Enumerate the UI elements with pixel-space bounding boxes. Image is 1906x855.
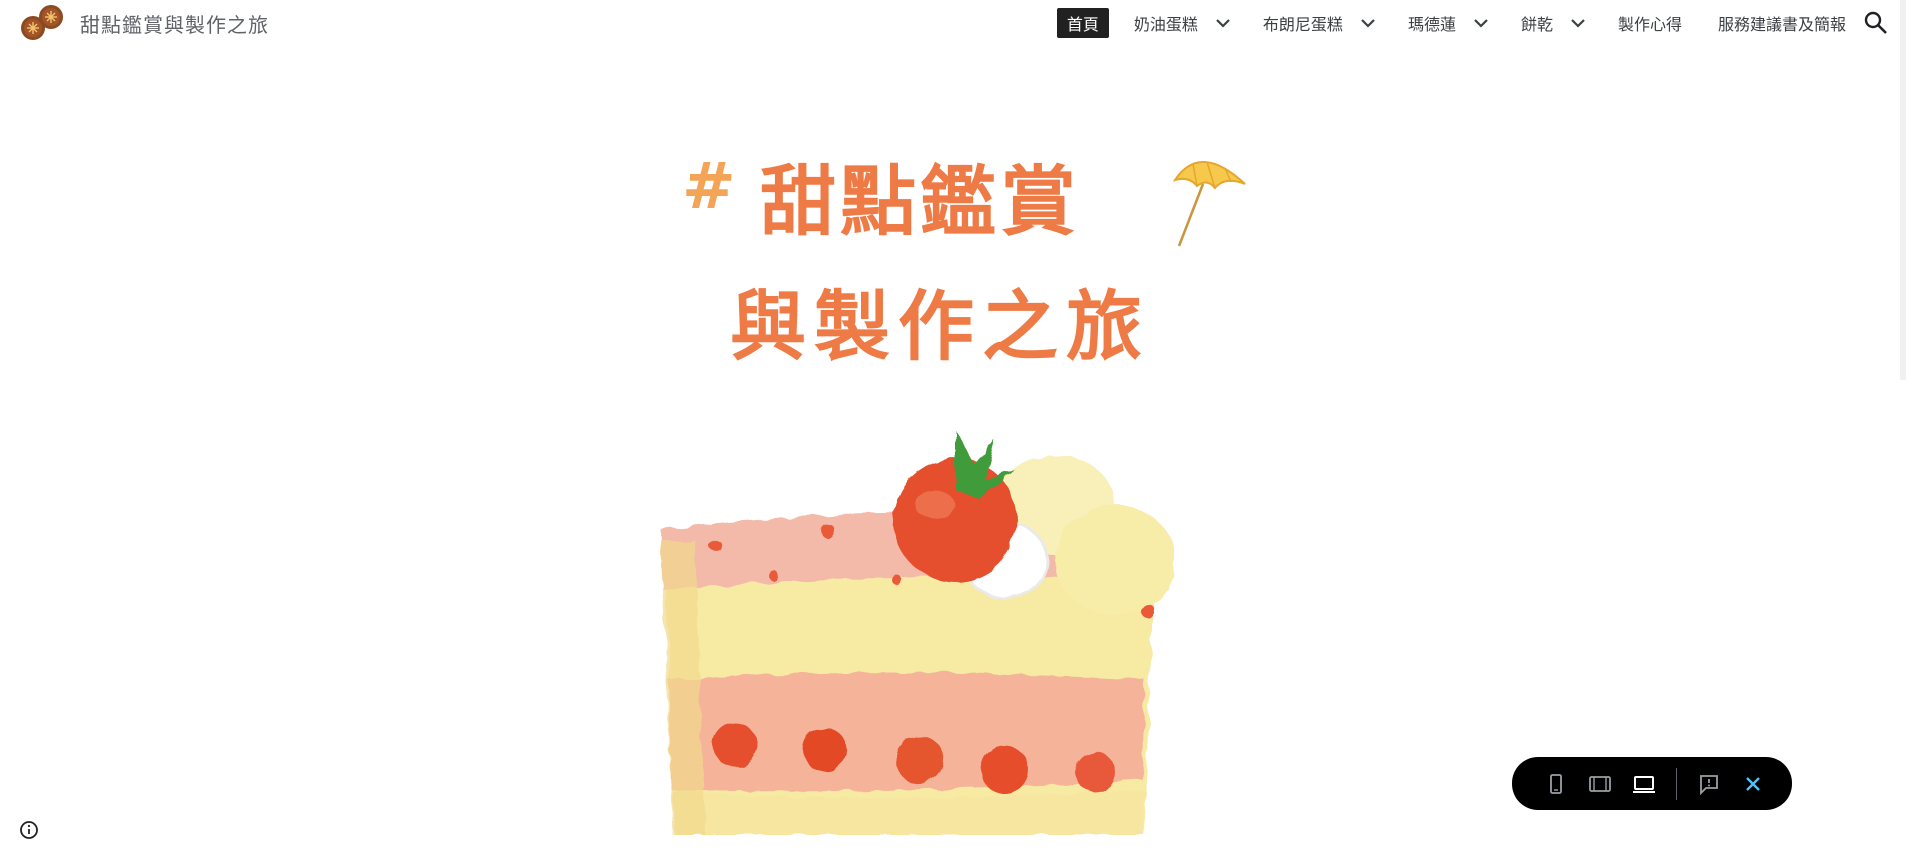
report-icon bbox=[1700, 774, 1718, 795]
close-preview-button[interactable] bbox=[1731, 762, 1775, 806]
umbrella-icon bbox=[1172, 161, 1246, 247]
nav-item-label: 奶油蛋糕 bbox=[1133, 15, 1198, 34]
nav-item-brownie[interactable]: 布朗尼蛋糕 bbox=[1263, 8, 1383, 38]
chevron-down-icon[interactable] bbox=[1563, 8, 1593, 38]
info-icon[interactable] bbox=[18, 819, 40, 841]
chevron-down-icon[interactable] bbox=[1466, 8, 1496, 38]
nav-item-cream-cake[interactable]: 奶油蛋糕 bbox=[1134, 8, 1238, 38]
close-icon bbox=[1746, 776, 1760, 791]
laptop-view-button[interactable] bbox=[1622, 762, 1666, 806]
hero-banner: # 甜點鑑賞 與製作之旅 bbox=[640, 140, 1260, 371]
nav-item-home[interactable]: 首頁 bbox=[1056, 8, 1109, 38]
phone-view-button[interactable] bbox=[1534, 762, 1578, 806]
nav-item-notes[interactable]: 製作心得 bbox=[1618, 8, 1682, 38]
nav-item-madeleine[interactable]: 瑪德蓮 bbox=[1408, 8, 1496, 38]
hero-title-line2: 與製作之旅 bbox=[730, 282, 1150, 371]
nav-item-label: 布朗尼蛋糕 bbox=[1262, 15, 1343, 34]
nav-item-cookies[interactable]: 餅乾 bbox=[1521, 8, 1593, 38]
tablet-view-icon bbox=[1589, 775, 1611, 792]
tablet-view-button[interactable] bbox=[1578, 762, 1622, 806]
nav-item-label: 製作心得 bbox=[1617, 15, 1682, 34]
hero-hash: # bbox=[682, 150, 736, 224]
top-bar: 甜點鑑賞與製作之旅 首頁 奶油蛋糕 布朗尼蛋糕 瑪德蓮 餅乾 製作心得 服務建議… bbox=[0, 0, 1906, 44]
cake-illustration bbox=[661, 430, 1175, 835]
report-button[interactable] bbox=[1687, 762, 1731, 806]
nav-item-proposal[interactable]: 服務建議書及簡報 bbox=[1718, 8, 1846, 38]
site-title[interactable]: 甜點鑑賞與製作之旅 bbox=[80, 9, 269, 38]
main-nav: 首頁 奶油蛋糕 布朗尼蛋糕 瑪德蓮 餅乾 製作心得 服務建議書及簡報 bbox=[1056, 8, 1846, 38]
nav-item-label: 餅乾 bbox=[1520, 15, 1553, 34]
preview-toolbar bbox=[1512, 757, 1792, 810]
nav-item-label: 首頁 bbox=[1066, 15, 1099, 34]
laptop-view-icon bbox=[1633, 775, 1655, 793]
hero-title-line1: 甜點鑑賞 bbox=[760, 157, 1080, 246]
nav-item-label: 服務建議書及簡報 bbox=[1717, 15, 1846, 34]
chevron-down-icon[interactable] bbox=[1353, 8, 1383, 38]
search-icon[interactable] bbox=[1862, 9, 1890, 37]
scrollbar[interactable] bbox=[1900, 0, 1906, 380]
toolbar-divider bbox=[1676, 767, 1677, 800]
site-logo[interactable] bbox=[19, 3, 65, 43]
nav-item-label: 瑪德蓮 bbox=[1407, 15, 1456, 34]
phone-view-icon bbox=[1550, 773, 1562, 794]
chevron-down-icon[interactable] bbox=[1208, 8, 1238, 38]
